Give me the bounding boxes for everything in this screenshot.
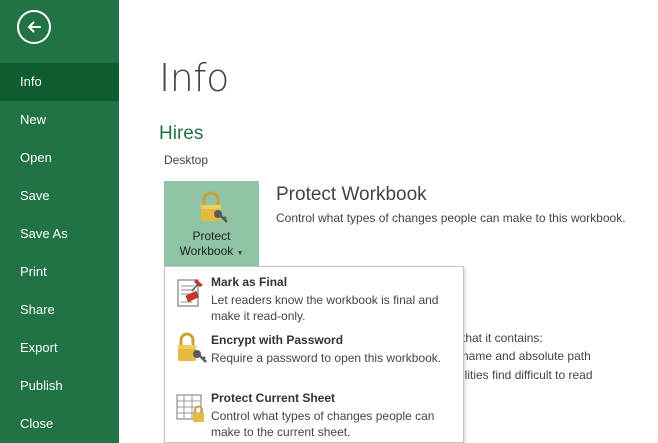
inspect-text-line: that it contains:	[462, 331, 543, 345]
menu-item-desc: Let readers know the workbook is final a…	[211, 293, 439, 323]
menu-item-title: Protect Current Sheet	[211, 391, 336, 405]
menu-item-desc: Require a password to open this workbook…	[211, 351, 442, 365]
protect-workbook-button[interactable]: Protect Workbook ▼	[164, 181, 259, 266]
lock-key-icon	[178, 332, 207, 363]
mark-final-icon	[177, 279, 203, 307]
protect-section-title: Protect Workbook	[276, 184, 427, 205]
lock-key-icon	[200, 191, 228, 223]
nav-export[interactable]: Export	[0, 329, 119, 367]
file-location: Desktop	[164, 153, 209, 167]
menu-item-desc: Control what types of changes people can…	[211, 409, 435, 439]
nav-save-as[interactable]: Save As	[0, 215, 119, 253]
nav-publish[interactable]: Publish	[0, 367, 119, 405]
back-arrow-icon	[28, 21, 41, 33]
protect-workbook-menu: Mark as Final Let readers know the workb…	[164, 266, 464, 443]
protect-label-line2: Workbook	[179, 244, 234, 258]
protect-button-label: Protect Workbook ▼	[179, 229, 243, 261]
protect-section-desc: Control what types of changes people can…	[276, 211, 626, 225]
menu-item-protect-current-sheet[interactable]: Protect Current Sheet Control what types…	[165, 383, 463, 443]
nav-new[interactable]: New	[0, 101, 119, 139]
protect-sheet-icon	[176, 394, 204, 422]
backstage-sidebar: Info New Open Save Save As Print Share E…	[0, 0, 119, 443]
nav-save[interactable]: Save	[0, 177, 119, 215]
nav-open[interactable]: Open	[0, 139, 119, 177]
back-button[interactable]	[17, 10, 51, 44]
page-title: Info	[159, 56, 229, 100]
nav-share[interactable]: Share	[0, 291, 119, 329]
nav-info[interactable]: Info	[0, 63, 119, 101]
file-name: Hires	[159, 123, 204, 144]
protect-label-line1: Protect	[192, 229, 231, 243]
info-pane: Info Hires Desktop Protect Workbook ▼ Pr…	[119, 0, 658, 443]
menu-item-title: Mark as Final	[211, 275, 288, 289]
inspect-text-line: ilities find difficult to read	[462, 368, 593, 382]
menu-item-encrypt-with-password[interactable]: Encrypt with Password Require a password…	[165, 325, 463, 383]
inspect-text-line: name and absolute path	[462, 349, 591, 363]
menu-item-title: Encrypt with Password	[211, 333, 344, 347]
nav-print[interactable]: Print	[0, 253, 119, 291]
dropdown-caret-icon: ▼	[236, 250, 244, 257]
menu-item-mark-as-final[interactable]: Mark as Final Let readers know the workb…	[165, 267, 463, 325]
nav-close[interactable]: Close	[0, 405, 119, 443]
